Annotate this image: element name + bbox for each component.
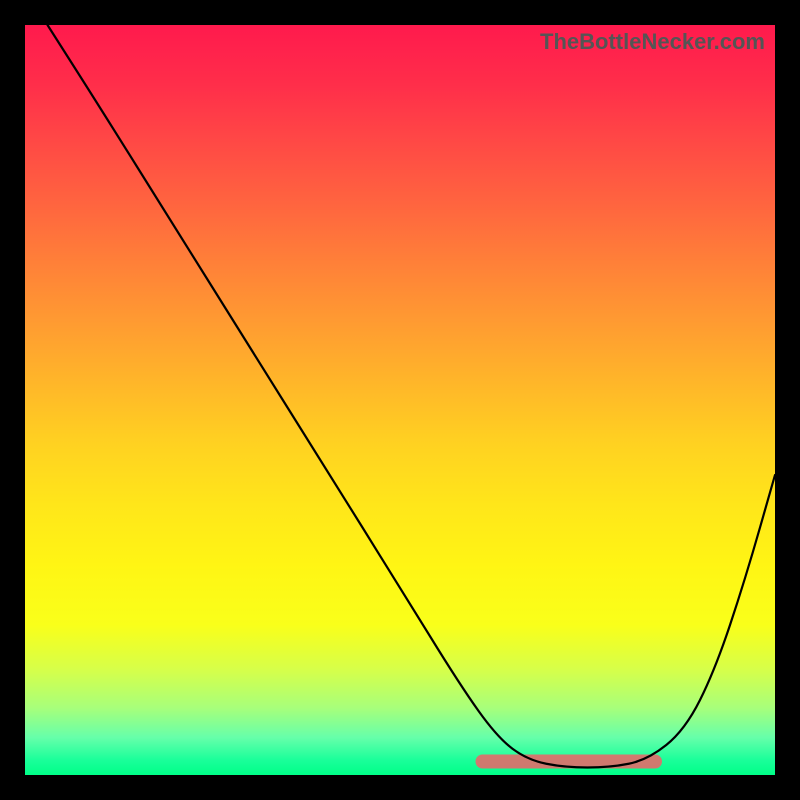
bottleneck-curve bbox=[48, 25, 776, 768]
plot-area: TheBottleNecker.com bbox=[25, 25, 775, 775]
curve-overlay bbox=[25, 25, 775, 775]
chart-frame: TheBottleNecker.com bbox=[0, 0, 800, 800]
